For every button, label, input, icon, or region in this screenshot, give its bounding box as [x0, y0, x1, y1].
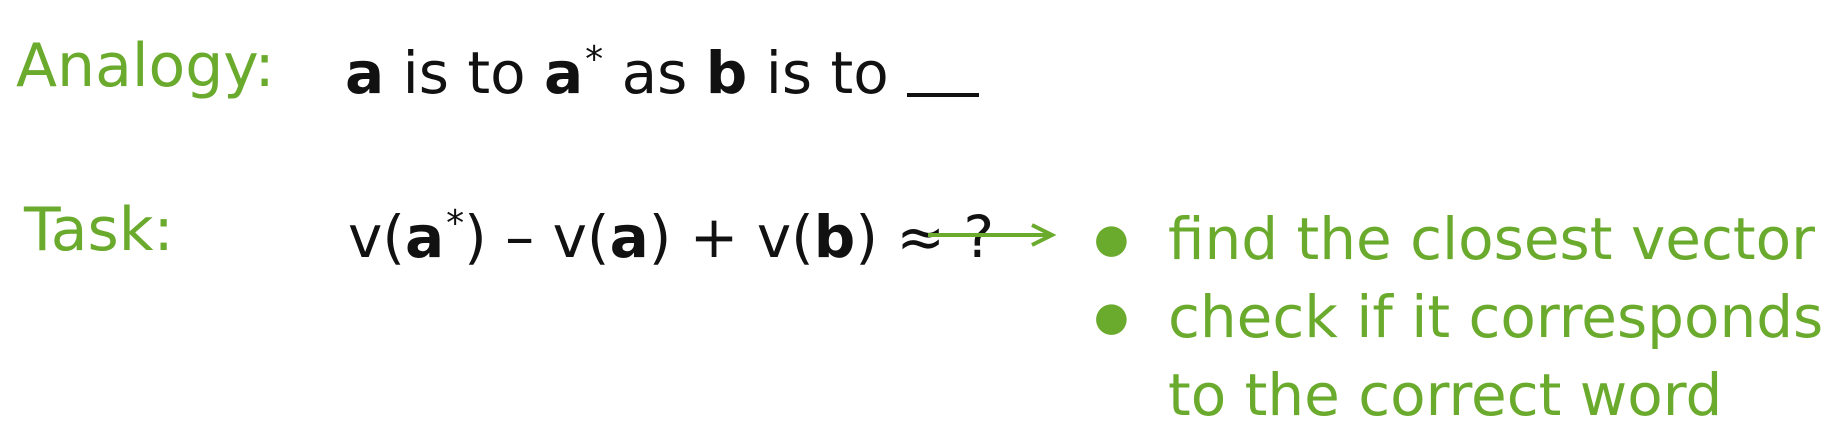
symbol-a-star: a: [404, 203, 445, 271]
text-is-to: is to: [384, 39, 545, 107]
task-expression: v(a*) – v(a) + v(b) ≈ ?: [348, 203, 994, 267]
answer-blank: [907, 43, 980, 97]
step-text: find the closest vector: [1168, 205, 1815, 273]
step-list: ● find the closest vector ● check if it …: [1090, 200, 1823, 434]
step-text: check if it corresponds: [1168, 283, 1824, 351]
step-text-continuation: to the correct word: [1168, 361, 1723, 429]
analogy-label: Analogy:: [16, 31, 275, 101]
task-label: Task:: [24, 195, 174, 265]
symbol-a-star: a: [544, 39, 584, 107]
text-is-to: is to: [747, 39, 908, 107]
list-item: ● check if it corresponds to the correct…: [1090, 278, 1823, 434]
list-item: ● find the closest vector: [1090, 200, 1823, 278]
right-arrow-icon: [928, 223, 1057, 247]
text-v-open: v(: [348, 203, 405, 271]
text-close: ): [648, 203, 672, 271]
symbol-a: a: [345, 39, 385, 107]
text-close: ): [855, 203, 878, 271]
symbol-b: b: [813, 203, 856, 271]
text-close: ): [464, 203, 487, 271]
bullet-icon: ●: [1094, 294, 1129, 340]
symbol-b: b: [705, 39, 748, 107]
analogy-sentence: a is to a* as b is to: [345, 39, 980, 102]
text-minus-v-open: – v(: [486, 203, 610, 271]
bullet-icon: ●: [1094, 216, 1129, 262]
symbol-a: a: [609, 203, 649, 271]
text-as: as: [603, 39, 706, 107]
star-superscript: *: [585, 39, 604, 80]
star-superscript: *: [446, 203, 465, 244]
text-plus-v-open: + v(: [671, 203, 814, 271]
